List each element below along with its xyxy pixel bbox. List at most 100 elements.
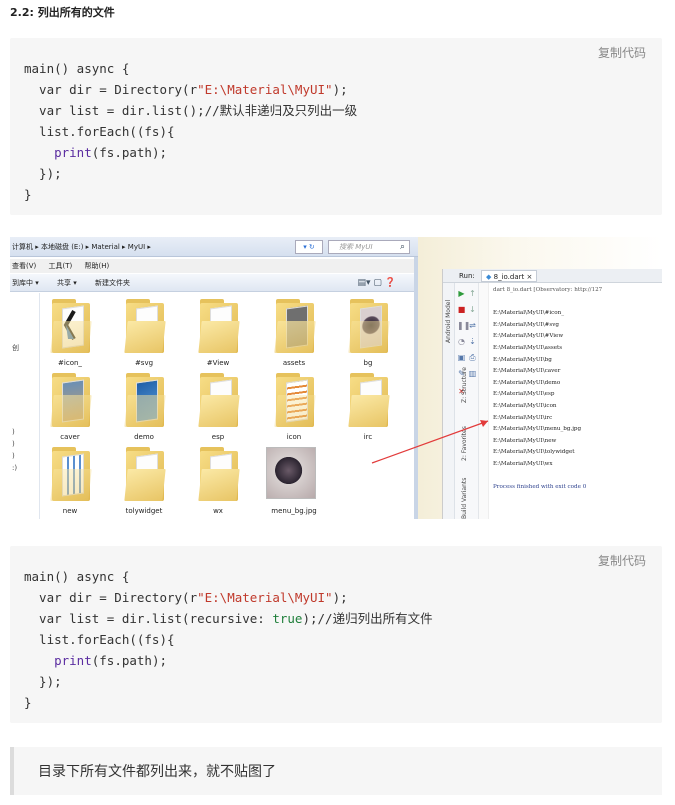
output-line: E:\Material\MyUI\bg (493, 356, 552, 363)
item-label: wx (213, 507, 223, 515)
settings-icon[interactable]: ▣ (457, 353, 466, 362)
new-folder-button[interactable]: 新建文件夹 (95, 279, 130, 287)
wrap-icon[interactable]: ⇌ (468, 321, 477, 330)
blockquote-note: 目录下所有文件都列出来，就不贴图了 (10, 747, 662, 795)
search-icon[interactable]: ⌕ (400, 240, 405, 254)
embedded-screenshot: 计算机 ▸ 本地磁盘 (E:) ▸ Material ▸ MyUI ▸ ▾ ↻ … (10, 237, 662, 519)
image-file-item[interactable]: menu_bg.jpg (262, 445, 326, 519)
annotation-arrow (371, 420, 489, 464)
run-output[interactable]: dart 8_io.dart [Observatory: http://127 … (493, 285, 662, 494)
run-config-tab[interactable]: ◆ 8_io.dart × (481, 270, 538, 282)
folder-item[interactable]: caver (42, 371, 98, 446)
view-options-icon[interactable]: ▤▾ ▢ ❓ (358, 277, 396, 289)
code-line: var dir = Directory(r"E:\Material\MyUI")… (24, 82, 348, 97)
code-line: var dir = Directory(r"E:\Material\MyUI")… (24, 590, 348, 605)
folder-item[interactable]: wx (190, 445, 246, 519)
command-toolbar: 到库中 ▾ 共享 ▾ 新建文件夹 ▤▾ ▢ ❓ (10, 274, 418, 292)
code-block-1: 复制代码 main() async { var dir = Directory(… (10, 38, 662, 215)
process-finished-line: Process finished with exit code 0 (493, 484, 587, 491)
output-line: E:\Material\MyUI\#icon_ (493, 310, 565, 317)
menu-help[interactable]: 帮助(H) (84, 262, 109, 270)
folder-item[interactable]: esp (190, 371, 246, 446)
nav-label[interactable]: ) (12, 428, 15, 436)
code-line: } (24, 695, 32, 710)
folder-item[interactable]: tolywidget (116, 445, 172, 519)
folder-icon (122, 447, 168, 503)
breadcrumb[interactable]: 计算机 ▸ 本地磁盘 (E:) ▸ Material ▸ MyUI ▸ (12, 243, 151, 251)
copy-code-button[interactable]: 复制代码 (598, 44, 646, 61)
item-label: bg (363, 359, 373, 367)
pause-icon[interactable]: ❚❚ (457, 321, 470, 330)
copy-code-button[interactable]: 复制代码 (598, 552, 646, 569)
include-in-library-button[interactable]: 到库中 ▾ (12, 279, 39, 287)
build-variants-tab[interactable]: Build Variants (461, 478, 468, 519)
code-line: list.forEach((fs){ (24, 124, 175, 139)
menu-bar: 查看(V) 工具(T) 帮助(H) (10, 259, 418, 273)
folder-item[interactable]: new (42, 445, 98, 519)
output-line: E:\Material\MyUI\icon (493, 402, 557, 409)
code-line: print(fs.path); (54, 145, 168, 160)
folder-icon (196, 373, 242, 429)
output-line: E:\Material\MyUI\irc (493, 414, 553, 421)
stop-icon[interactable]: ■ (457, 305, 466, 314)
scroll-end-icon[interactable]: ⇣ (468, 337, 477, 346)
code-line: }); (24, 166, 62, 181)
folder-item[interactable]: bg (340, 297, 396, 372)
code-line: list.forEach((fs){ (24, 632, 175, 647)
print-icon[interactable]: ⎙ (468, 353, 477, 362)
folder-item[interactable]: demo (116, 371, 172, 446)
folder-item[interactable]: icon (266, 371, 322, 446)
nav-label[interactable]: ) (12, 452, 15, 460)
folder-icon (272, 299, 318, 355)
code-text: main() async { var dir = Directory(r"E:\… (24, 58, 357, 205)
output-line: E:\Material\MyUI\demo (493, 379, 561, 386)
note-text: 目录下所有文件都列出来，就不贴图了 (38, 764, 276, 780)
output-line: E:\Material\MyUI\caver (493, 368, 561, 375)
down-icon[interactable]: ↓ (468, 305, 477, 314)
item-label: #icon_ (58, 359, 82, 367)
output-line: E:\Material\MyUI\wx (493, 460, 553, 467)
run-tab-bar: Run: ◆ 8_io.dart × (443, 269, 662, 283)
code-line: main() async { (24, 61, 130, 76)
close-icon[interactable]: × (527, 273, 533, 281)
android-model-tab[interactable]: Android Model (445, 300, 452, 343)
dart-icon: ◆ (486, 273, 492, 281)
nav-label[interactable]: ) (12, 440, 15, 448)
item-label: menu_bg.jpg (271, 507, 317, 515)
code-text: main() async { var dir = Directory(r"E:\… (24, 566, 433, 713)
item-label: caver (60, 433, 80, 441)
refresh-button[interactable]: ▾ ↻ (295, 240, 323, 254)
up-icon[interactable]: ↑ (468, 289, 477, 298)
folder-icon (196, 447, 242, 503)
item-label: tolywidget (125, 507, 163, 515)
folder-item[interactable]: assets (266, 297, 322, 372)
menu-view[interactable]: 查看(V) (12, 262, 36, 270)
folder-item[interactable]: #icon_ (42, 297, 98, 372)
folder-item[interactable]: #svg (116, 297, 172, 372)
folder-icon (346, 299, 392, 355)
item-label: assets (282, 359, 306, 367)
run-command: dart 8_io.dart [Observatory: http://127 (493, 287, 603, 293)
output-line: E:\Material\MyUI\esp (493, 391, 555, 398)
nav-label[interactable]: 创 (12, 343, 19, 353)
folder-icon (122, 299, 168, 355)
item-label: esp (211, 433, 225, 441)
folder-item[interactable]: #View (190, 297, 246, 372)
code-line: var list = dir.list();//默认非递归及只列出一级 (24, 103, 358, 118)
address-bar[interactable]: 计算机 ▸ 本地磁盘 (E:) ▸ Material ▸ MyUI ▸ ▾ ↻ … (10, 237, 418, 257)
folder-icon (48, 447, 94, 503)
item-label: demo (134, 433, 154, 441)
code-line: var list = dir.list(recursive: true);//递… (24, 611, 433, 626)
run-config-tab-label: 8_io.dart (493, 273, 525, 281)
dump-icon[interactable]: ◔ (457, 337, 466, 346)
code-line: }); (24, 674, 62, 689)
menu-tools[interactable]: 工具(T) (49, 262, 73, 270)
search-input[interactable]: 搜索 MyUI (328, 240, 410, 254)
nav-label[interactable]: :) (12, 464, 17, 472)
rerun-icon[interactable]: ▶ (457, 289, 466, 298)
folder-icon (272, 373, 318, 429)
item-label: icon (286, 433, 302, 441)
run-label: Run: (459, 272, 475, 280)
share-button[interactable]: 共享 ▾ (57, 279, 77, 287)
output-line: E:\Material\MyUI\#svg (493, 321, 559, 328)
